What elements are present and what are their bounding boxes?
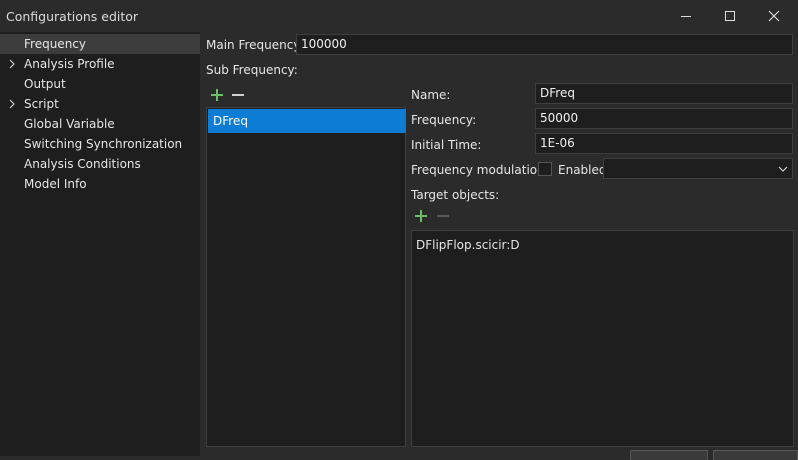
remove-target-icon[interactable] bbox=[435, 208, 451, 224]
initial-time-label: Initial Time: bbox=[411, 138, 482, 152]
sidebar-item-output[interactable]: Output bbox=[0, 74, 200, 94]
frequency-label: Frequency: bbox=[411, 113, 477, 127]
chevron-down-icon bbox=[778, 166, 788, 172]
sidebar-item-switching-synchronization[interactable]: Switching Synchronization bbox=[0, 134, 200, 154]
list-item[interactable]: DFlipFlop.scicir:D bbox=[416, 238, 520, 252]
sidebar-item-label: Analysis Conditions bbox=[24, 157, 141, 171]
chevron-right-icon[interactable] bbox=[9, 99, 15, 109]
chevron-right-icon[interactable] bbox=[9, 59, 15, 69]
main-frequency-label: Main Frequency: bbox=[206, 38, 304, 52]
sidebar-item-analysis-conditions[interactable]: Analysis Conditions bbox=[0, 154, 200, 174]
enabled-label: Enabled bbox=[558, 163, 607, 177]
initial-time-input[interactable]: 1E-06 bbox=[535, 133, 793, 154]
remove-icon[interactable] bbox=[230, 87, 246, 103]
sidebar: Frequency Analysis Profile Output Script… bbox=[0, 32, 200, 456]
sidebar-item-frequency[interactable]: Frequency bbox=[0, 34, 200, 54]
frequency-input[interactable]: 50000 bbox=[535, 108, 793, 129]
modulation-select[interactable] bbox=[603, 158, 793, 179]
sidebar-item-label: Switching Synchronization bbox=[24, 137, 183, 151]
add-icon[interactable] bbox=[209, 87, 225, 103]
list-item-label: DFreq bbox=[213, 114, 248, 128]
target-objects-list: DFlipFlop.scicir:D bbox=[411, 230, 794, 447]
sidebar-item-model-info[interactable]: Model Info bbox=[0, 174, 200, 194]
main-frequency-input[interactable]: 100000 bbox=[296, 34, 793, 55]
list-item[interactable]: DFreq bbox=[208, 109, 406, 133]
sidebar-item-label: Analysis Profile bbox=[24, 57, 115, 71]
minimize-button[interactable] bbox=[664, 0, 708, 32]
maximize-button[interactable] bbox=[708, 0, 752, 32]
sidebar-item-label: Script bbox=[24, 97, 59, 111]
sub-frequency-list: DFreq bbox=[206, 107, 406, 447]
minimize-icon bbox=[681, 16, 691, 17]
sub-frequency-label: Sub Frequency: bbox=[206, 63, 298, 77]
frequency-modulation-label: Frequency modulation: bbox=[411, 163, 549, 177]
close-icon bbox=[768, 10, 780, 22]
sidebar-item-script[interactable]: Script bbox=[0, 94, 200, 114]
add-target-icon[interactable] bbox=[413, 208, 429, 224]
sidebar-item-label: Model Info bbox=[24, 177, 87, 191]
maximize-icon bbox=[725, 11, 735, 21]
sidebar-item-label: Output bbox=[24, 77, 66, 91]
target-objects-label: Target objects: bbox=[411, 188, 500, 202]
enabled-checkbox[interactable] bbox=[538, 162, 552, 176]
close-button[interactable] bbox=[752, 0, 796, 32]
cancel-button[interactable] bbox=[713, 450, 798, 460]
name-label: Name: bbox=[411, 88, 451, 102]
sidebar-item-label: Frequency bbox=[24, 37, 86, 51]
ok-button[interactable] bbox=[630, 450, 708, 460]
window-title: Configurations editor bbox=[6, 9, 139, 24]
sidebar-item-label: Global Variable bbox=[24, 117, 115, 131]
sidebar-item-analysis-profile[interactable]: Analysis Profile bbox=[0, 54, 200, 74]
sidebar-item-global-variable[interactable]: Global Variable bbox=[0, 114, 200, 134]
frequency-panel: Main Frequency: 100000 Sub Frequency: DF… bbox=[200, 32, 798, 460]
title-bar: Configurations editor bbox=[0, 0, 798, 32]
name-input[interactable]: DFreq bbox=[535, 83, 793, 104]
